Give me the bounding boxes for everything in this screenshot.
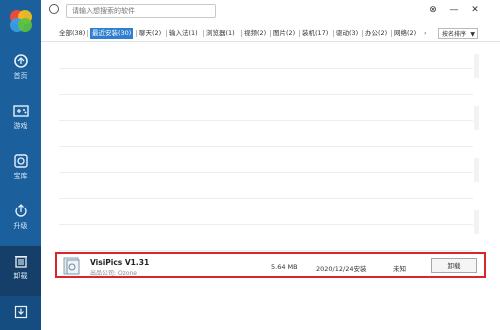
sidebar-item-treasure[interactable]: 宝库 xyxy=(0,146,41,196)
publisher-label: 出品公司: xyxy=(90,270,117,277)
tab-divider xyxy=(299,30,300,37)
list-item[interactable] xyxy=(59,94,473,121)
category-tabs: 全部(38) 最近安装(30) 聊天(2) 输入法(1) 浏览器(1) 视频(2… xyxy=(41,28,500,40)
tab-divider xyxy=(391,30,392,37)
tab-divider xyxy=(333,30,334,37)
chevron-right-icon[interactable]: › xyxy=(424,28,427,39)
tab-all[interactable]: 全部(38) xyxy=(59,28,85,39)
tab-divider xyxy=(270,30,271,37)
tab-network[interactable]: 网络(2) xyxy=(394,28,416,39)
monitor-icon xyxy=(13,54,28,68)
sort-dropdown[interactable]: 按名排序 ▼ xyxy=(438,28,478,39)
list-item[interactable] xyxy=(59,120,473,147)
app-size: 5.64 MB xyxy=(271,263,298,271)
app-row-visipics[interactable]: VisiPics V1.31 出品公司: Ozone 5.64 MB 2020/… xyxy=(55,252,486,278)
sidebar: 首页 游戏 宝库 升级 卸载 xyxy=(0,0,41,330)
scroll-mark xyxy=(474,54,479,78)
tab-input[interactable]: 输入法(1) xyxy=(169,28,198,39)
tab-essential[interactable]: 装机(17) xyxy=(302,28,328,39)
sidebar-item-label: 首页 xyxy=(13,72,28,80)
tab-divider xyxy=(241,30,242,37)
scroll-mark xyxy=(474,106,479,130)
tab-driver[interactable]: 驱动(3) xyxy=(336,28,358,39)
list-item[interactable] xyxy=(59,146,473,173)
sidebar-item-uninstall[interactable]: 卸载 xyxy=(0,246,41,296)
tab-video[interactable]: 视频(2) xyxy=(244,28,266,39)
close-icon[interactable]: ✕ xyxy=(469,4,481,16)
list-item[interactable] xyxy=(59,42,473,69)
chevron-down-icon: ▼ xyxy=(470,31,475,38)
trash-icon xyxy=(14,255,27,268)
main-panel: ⊗ — ✕ 全部(38) 最近安装(30) 聊天(2) 输入法(1) 浏览器(1… xyxy=(41,0,500,330)
tab-divider xyxy=(362,30,363,37)
tab-divider xyxy=(166,30,167,37)
install-date: 2020/12/24安装 xyxy=(316,265,367,273)
treasure-icon xyxy=(13,154,28,168)
tab-browser[interactable]: 浏览器(1) xyxy=(206,28,235,39)
tab-recent[interactable]: 最近安装(30) xyxy=(90,28,134,39)
refresh-icon[interactable] xyxy=(49,4,59,14)
app-name: VisiPics V1.31 xyxy=(90,258,150,267)
tab-divider xyxy=(87,30,88,37)
tab-divider xyxy=(203,30,204,37)
app-list xyxy=(59,42,473,320)
publisher-value: Ozone xyxy=(117,270,137,277)
list-item[interactable] xyxy=(59,68,473,95)
sidebar-item-label: 游戏 xyxy=(13,122,28,130)
sort-label: 按名排序 xyxy=(442,31,467,38)
gamepad-icon xyxy=(12,105,29,117)
sidebar-item-label: 卸载 xyxy=(13,272,28,280)
app-publisher: 出品公司: Ozone xyxy=(90,268,137,277)
scroll-mark xyxy=(474,158,479,182)
list-item[interactable] xyxy=(59,224,473,251)
tab-chat[interactable]: 聊天(2) xyxy=(139,28,161,39)
scroll-mark xyxy=(474,210,479,234)
minimize-icon[interactable]: — xyxy=(448,4,460,16)
app-logo-icon xyxy=(10,10,32,32)
list-item[interactable] xyxy=(59,172,473,199)
download-icon xyxy=(14,305,27,319)
upgrade-icon xyxy=(14,204,27,217)
sidebar-item-home[interactable]: 首页 xyxy=(0,46,41,96)
search-input[interactable] xyxy=(66,4,216,18)
sidebar-item-label: 升级 xyxy=(13,222,28,230)
tab-image[interactable]: 图片(2) xyxy=(273,28,295,39)
gear-icon[interactable]: ⊗ xyxy=(427,4,439,16)
tab-office[interactable]: 办公(2) xyxy=(365,28,387,39)
tab-divider xyxy=(136,30,137,37)
app-status: 未知 xyxy=(393,265,406,273)
visipics-app-icon xyxy=(63,257,80,275)
sidebar-item-label: 宝库 xyxy=(13,172,28,180)
sidebar-download[interactable] xyxy=(0,296,41,330)
uninstall-button[interactable]: 卸载 xyxy=(431,258,477,273)
sidebar-item-upgrade[interactable]: 升级 xyxy=(0,196,41,246)
list-item[interactable] xyxy=(59,198,473,225)
sidebar-item-games[interactable]: 游戏 xyxy=(0,96,41,146)
